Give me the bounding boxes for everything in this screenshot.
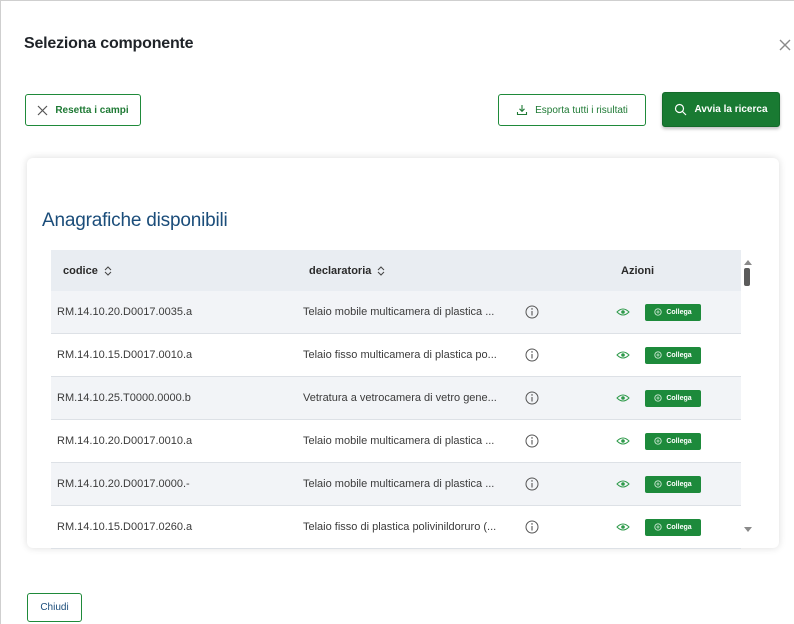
info-icon[interactable] xyxy=(525,463,539,505)
table-row[interactable]: RM.14.10.20.D0017.0000.- Telaio mobile mu… xyxy=(51,463,741,506)
eye-icon[interactable] xyxy=(616,506,630,548)
info-icon[interactable] xyxy=(525,506,539,548)
table-row[interactable]: RM.14.10.15.D0017.0260.a Telaio fisso di … xyxy=(51,506,741,549)
row-code: RM.14.10.20.D0017.0010.a xyxy=(57,435,193,447)
start-search-label: Avvia la ricerca xyxy=(694,104,768,115)
link-button[interactable]: Collega xyxy=(645,518,701,536)
link-circle-icon xyxy=(654,437,662,445)
row-code: RM.14.10.15.D0017.0010.a xyxy=(57,349,193,361)
row-description: Telaio fisso di plastica polivinildoruro… xyxy=(303,521,497,533)
close-dialog-label: Chiudi xyxy=(40,602,69,613)
link-button-label: Collega xyxy=(666,480,692,488)
info-icon[interactable] xyxy=(525,377,539,419)
link-circle-icon xyxy=(654,480,662,488)
search-icon xyxy=(674,103,687,116)
section-title: Anagrafiche disponibili xyxy=(42,210,228,231)
eye-icon[interactable] xyxy=(616,377,630,419)
scrollbar-thumb[interactable] xyxy=(744,268,750,286)
link-circle-icon xyxy=(654,394,662,402)
row-description: Telaio mobile multicamera di plastica ..… xyxy=(303,435,495,447)
link-button-label: Collega xyxy=(666,351,692,359)
link-button-label: Collega xyxy=(666,394,692,402)
row-description: Telaio mobile multicamera di plastica ..… xyxy=(303,306,495,318)
row-description: Telaio mobile multicamera di plastica ..… xyxy=(303,478,495,490)
info-icon[interactable] xyxy=(525,420,539,462)
column-header-code-label: codice xyxy=(63,264,98,277)
link-button[interactable]: Collega xyxy=(645,389,701,407)
table-row[interactable]: RM.14.10.15.D0017.0010.a Telaio fisso mul… xyxy=(51,334,741,377)
table-header: codice declaratoria Azioni xyxy=(51,250,741,291)
eye-icon[interactable] xyxy=(616,420,630,462)
row-description: Vetratura a vetrocamera di vetro gene... xyxy=(303,392,497,404)
column-header-actions: Azioni xyxy=(621,264,654,277)
start-search-button[interactable]: Avvia la ricerca xyxy=(662,92,780,127)
link-button[interactable]: Collega xyxy=(645,432,701,450)
link-circle-icon xyxy=(654,351,662,359)
scroll-down-arrow-icon[interactable] xyxy=(744,520,752,538)
column-header-code[interactable]: codice xyxy=(63,265,113,277)
reset-fields-button[interactable]: Resetta i campi xyxy=(25,94,141,126)
row-code: RM.14.10.20.D0017.0000.- xyxy=(57,478,190,490)
row-code: RM.14.10.25.T0000.0000.b xyxy=(57,392,191,404)
results-card: Anagrafiche disponibili codice declarato… xyxy=(27,158,779,549)
export-all-button[interactable]: Esporta tutti i risultati xyxy=(498,94,646,126)
link-button[interactable]: Collega xyxy=(645,475,701,493)
table-row[interactable]: RM.14.10.20.D0017.0010.a Telaio mobile mu… xyxy=(51,420,741,463)
dialog-title: Seleziona componente xyxy=(24,35,194,52)
eye-icon[interactable] xyxy=(616,291,630,333)
link-button-label: Collega xyxy=(666,308,692,316)
select-component-dialog: Seleziona componente Resetta i campi Esp… xyxy=(0,0,794,624)
link-button-label: Collega xyxy=(666,437,692,445)
table-body: RM.14.10.20.D0017.0035.a Telaio mobile mu… xyxy=(51,291,741,549)
row-description: Telaio fisso multicamera di plastica po.… xyxy=(303,349,497,361)
row-code: RM.14.10.20.D0017.0035.a xyxy=(57,306,193,318)
x-icon xyxy=(37,105,48,116)
close-icon[interactable] xyxy=(777,37,793,53)
link-button-label: Collega xyxy=(666,523,692,531)
table-scrollbar[interactable] xyxy=(741,250,755,532)
info-icon[interactable] xyxy=(525,291,539,333)
reset-fields-label: Resetta i campi xyxy=(55,104,129,116)
export-all-label: Esporta tutti i risultati xyxy=(535,104,628,116)
link-button[interactable]: Collega xyxy=(645,303,701,321)
info-icon[interactable] xyxy=(525,334,539,376)
column-header-description[interactable]: declaratoria xyxy=(309,265,386,277)
link-circle-icon xyxy=(654,523,662,531)
table-row[interactable]: RM.14.10.20.D0017.0035.a Telaio mobile mu… xyxy=(51,291,741,334)
eye-icon[interactable] xyxy=(616,334,630,376)
row-code: RM.14.10.15.D0017.0260.a xyxy=(57,521,193,533)
column-header-description-label: declaratoria xyxy=(309,264,372,277)
sort-icon[interactable] xyxy=(103,265,113,277)
eye-icon[interactable] xyxy=(616,463,630,505)
close-dialog-button[interactable]: Chiudi xyxy=(27,593,82,622)
table-row[interactable]: RM.14.10.25.T0000.0000.b Vetratura a vetr… xyxy=(51,377,741,420)
sort-icon[interactable] xyxy=(376,265,386,277)
download-icon xyxy=(516,104,528,116)
link-button[interactable]: Collega xyxy=(645,346,701,364)
results-table: codice declaratoria Azioni RM.14.10.20.D… xyxy=(51,250,741,549)
link-circle-icon xyxy=(654,308,662,316)
